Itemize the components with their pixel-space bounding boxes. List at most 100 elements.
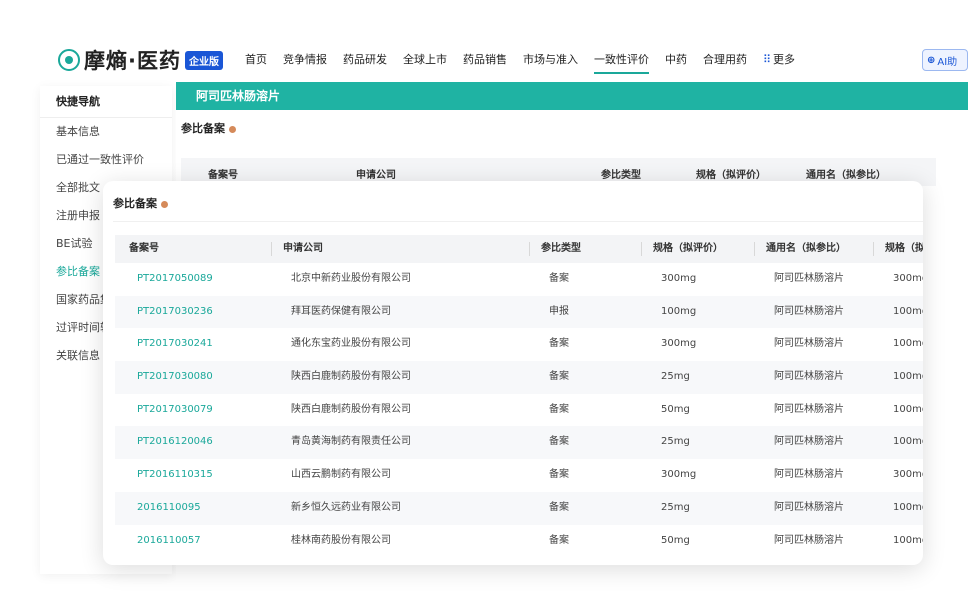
nav-item[interactable]: 一致性评价 [593,40,649,80]
filing-number-link[interactable]: PT2017030236 [129,296,279,329]
filing-number-link[interactable]: PT2017030241 [129,328,279,361]
table-cell: 50mg [661,534,690,546]
table-row[interactable]: PT2016110315 山西云鹏制药有限公司 备案 300mg 阿司匹林肠溶片 300m… [115,459,923,492]
sidebar-item[interactable]: 已通过一致性评价 [40,146,172,174]
drug-title-bar: 阿司匹林肠溶片 [176,82,968,110]
filing-number-link[interactable]: 2016110095 [129,492,279,525]
column-separator [529,242,530,256]
table-cell: 阿司匹林肠溶片 [774,534,844,546]
table-cell: 100mg [893,338,923,350]
table-cell: 备案 [549,534,569,546]
top-navbar: 摩熵·医药 企业版 首页 竞争情报 药品研发 全球上市 药品销售 市场与准入 一致性评价 中药… [40,40,968,80]
table-cell: 300mg [661,273,697,284]
nav-item[interactable]: 首页 [245,40,267,80]
table-cell: 25mg [661,501,690,513]
table-cell: 100mg [893,371,923,383]
table-cell: 100mg [893,534,923,546]
table-row[interactable]: PT2017030236 拜耳医药保健有限公司 申报 100mg 阿司匹林肠溶片 100m… [115,295,923,329]
nav-more-label: 更多 [773,53,796,66]
table-cell: 陕西白鹿制药股份有限公司 [291,403,411,415]
back-section-title-text: 参比备案 [181,122,225,135]
card-title: 参比备案 [113,195,168,211]
table-row[interactable]: PT2017030079 陕西白鹿制药股份有限公司 备案 50mg 阿司匹林肠溶片 100… [115,394,923,427]
nav-item[interactable]: 药品研发 [343,40,387,80]
table-cell: 阿司匹林肠溶片 [774,371,844,383]
back-column-header: 参比类型 [601,170,641,181]
table-cell: 陕西白鹿制药股份有限公司 [291,371,411,383]
table-cell: 备案 [549,403,569,415]
back-column-header: 规格（拟评价） [696,170,766,181]
filing-number-link[interactable]: PT2016120046 [129,426,279,459]
table-cell: 阿司匹林肠溶片 [774,436,844,448]
table-cell: 300mg [661,469,697,481]
column-header[interactable]: 通用名（拟参比） [758,235,873,263]
nav-item[interactable]: 市场与准入 [523,40,578,80]
back-section-title: 参比备案 [181,120,236,136]
logo[interactable]: 摩熵·医药 企业版 [58,45,223,75]
table-cell: 100mg [893,403,923,415]
table-cell: 备案 [549,436,569,448]
nav-item[interactable]: 合理用药 [703,40,747,80]
table-cell: 桂林南药股份有限公司 [291,534,391,546]
table-cell: 阿司匹林肠溶片 [774,469,844,481]
table-cell: 青岛黄海制药有限责任公司 [291,436,411,448]
nav-more[interactable]: ⠿ 更多 [763,40,795,80]
table-cell: 300mg [661,338,697,350]
table-cell: 备案 [549,469,569,481]
nav-item[interactable]: 全球上市 [403,40,447,80]
nav-item[interactable]: 竞争情报 [283,40,327,80]
column-separator [271,242,272,256]
table-cell: 阿司匹林肠溶片 [774,403,844,415]
table-cell: 备案 [549,338,569,350]
table-row[interactable]: 2016110057 桂林南药股份有限公司 备案 50mg 阿司匹林肠溶片 100mg [115,525,923,558]
table-cell: 25mg [661,436,690,448]
column-header[interactable]: 参比类型 [533,235,643,263]
table-row[interactable]: 2016110095 新乡恒久远药业有限公司 备案 25mg 阿司匹林肠溶片 100mg [115,491,923,525]
filing-number-link[interactable]: 2016110057 [129,525,279,558]
main-nav: 首页 竞争情报 药品研发 全球上市 药品销售 市场与准入 一致性评价 中药 合理用药 ⠿ 更多 [245,40,811,80]
filing-number-link[interactable]: PT2017030079 [129,394,279,427]
card-title-text: 参比备案 [113,197,157,210]
column-header[interactable]: 规格（拟评价） [645,235,755,263]
back-column-header: 通用名（拟参比） [806,170,886,181]
edition-badge: 企业版 [184,50,223,70]
table-cell: 申报 [549,305,569,317]
table-row[interactable]: PT2017030241 通化东宝药业股份有限公司 备案 300mg 阿司匹林肠溶片 10… [115,328,923,361]
table-cell: 50mg [661,403,690,415]
filing-number-link[interactable]: PT2017030080 [129,361,279,394]
table-cell: 阿司匹林肠溶片 [774,305,844,317]
table-cell: 100mg [893,501,923,513]
ai-label: AI助 [937,56,958,68]
table-cell: 山西云鹏制药有限公司 [291,469,391,481]
table-cell: 100mg [661,305,697,317]
table-row[interactable]: PT2017030080 陕西白鹿制药股份有限公司 备案 25mg 阿司匹林肠溶片 100… [115,361,923,394]
divider [113,221,923,222]
filing-number-link[interactable]: PT2016110315 [129,459,279,492]
table-cell: 300mg [893,469,923,481]
table-cell: 拜耳医药保健有限公司 [291,305,391,317]
nav-item[interactable]: 中药 [665,40,687,80]
table-cell: 100mg [893,436,923,448]
reference-filing-card: 参比备案 备案号 申请公司 参比类型 规格（拟评价） 通用名（拟参比） 规格（拟 PT20… [103,181,923,565]
ai-icon: ⊕ [927,54,936,66]
table-body: PT2017050089 北京中新药业股份有限公司 备案 300mg 阿司匹林肠溶片 30… [115,263,923,557]
column-separator [873,242,874,256]
table-cell: 备案 [549,371,569,383]
sidebar-item[interactable]: 基本信息 [40,118,172,146]
filing-number-link[interactable]: PT2017050089 [129,263,279,296]
table-header: 备案号 申请公司 参比类型 规格（拟评价） 通用名（拟参比） 规格（拟 [115,235,923,263]
column-header[interactable]: 申请公司 [275,235,525,263]
ai-assistant-button[interactable]: ⊕ AI助 [922,49,968,71]
table-row[interactable]: PT2017050089 北京中新药业股份有限公司 备案 300mg 阿司匹林肠溶片 30… [115,263,923,296]
column-header[interactable]: 备案号 [121,235,271,263]
table-row[interactable]: PT2016120046 青岛黄海制药有限责任公司 备案 25mg 阿司匹林肠溶片 100… [115,426,923,460]
table-cell: 新乡恒久远药业有限公司 [291,501,401,513]
info-dot-icon [229,125,236,133]
grid-dots-icon: ⠿ [762,53,772,66]
table-cell: 25mg [661,371,690,383]
logo-text: 摩熵·医药 [84,49,181,73]
back-column-header: 备案号 [208,170,238,181]
back-column-header: 申请公司 [356,170,396,181]
column-header[interactable]: 规格（拟 [877,235,923,263]
nav-item[interactable]: 药品销售 [463,40,507,80]
